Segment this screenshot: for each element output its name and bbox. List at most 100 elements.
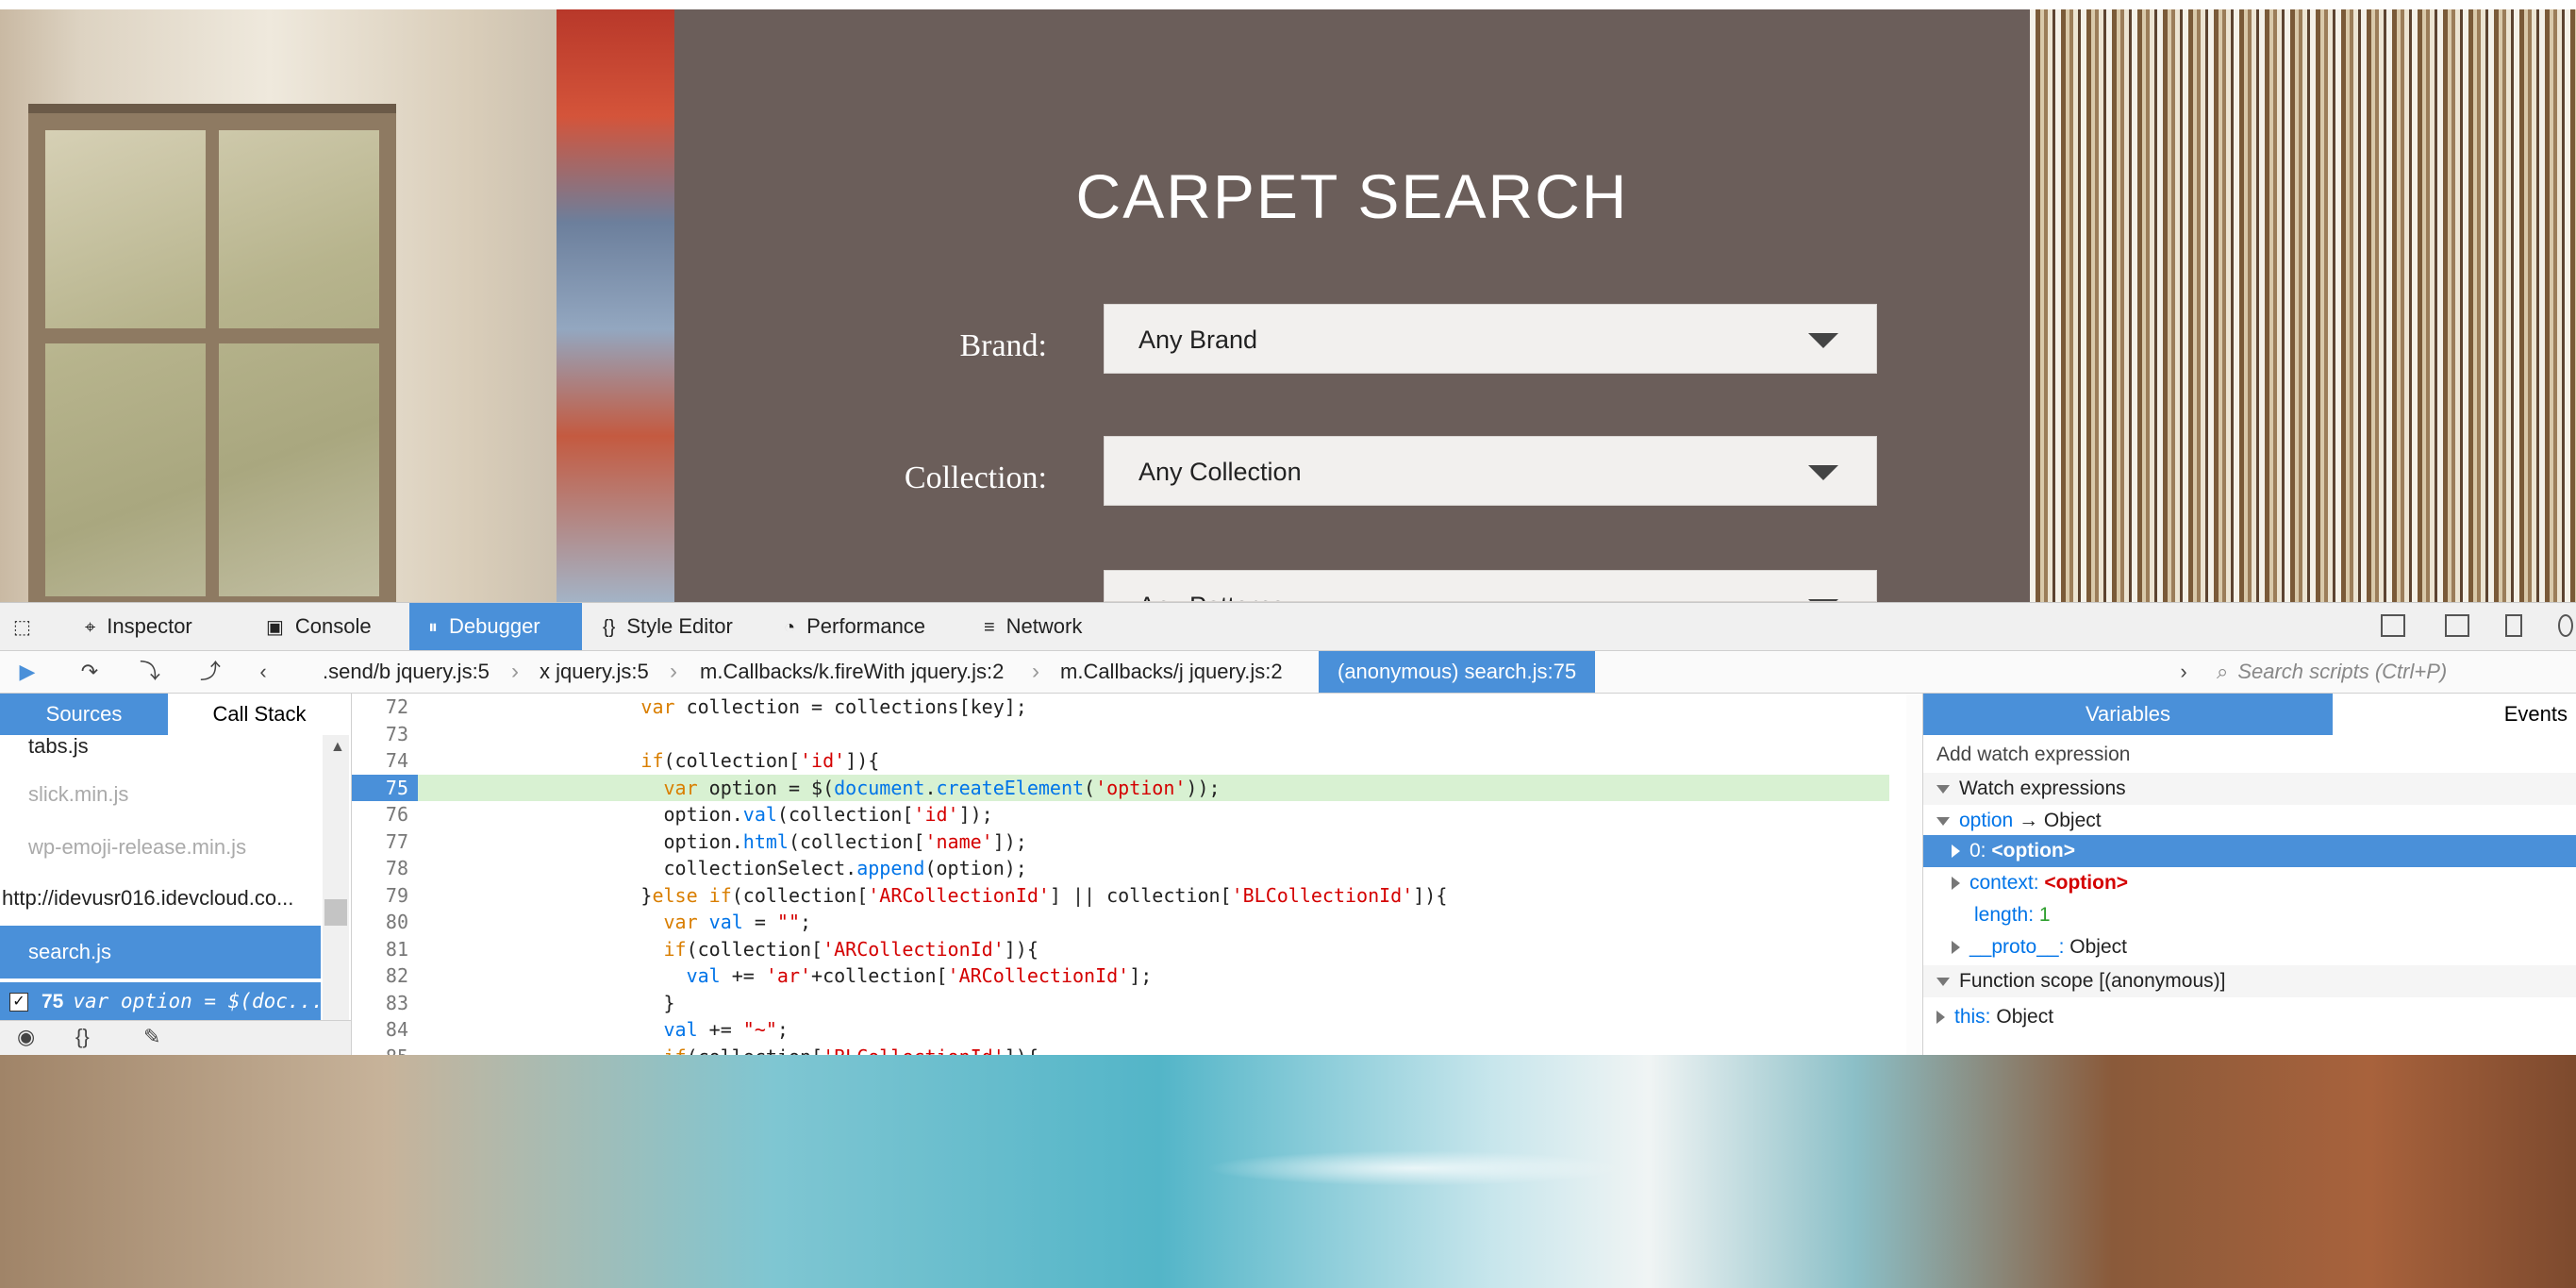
breakpoint-item[interactable]: ✓ 75 var option = $(doc... [0, 982, 321, 1020]
line-number[interactable]: 84 [352, 1016, 418, 1044]
code-line[interactable]: 78 collectionSelect.append(option); [352, 855, 1889, 882]
pattern-select[interactable]: Any Patterns [1104, 570, 1877, 602]
code-line[interactable]: 76 option.val(collection['id']); [352, 801, 1889, 828]
scope-this-row[interactable]: this: Object [1923, 1001, 2576, 1033]
source-file-item[interactable]: tabs.js [0, 726, 321, 767]
chevron-right-icon[interactable]: › [2168, 657, 2200, 687]
callstack-crumb[interactable]: .send/b jquery.js:5 [323, 651, 490, 693]
source-file-item[interactable]: wp-emoji-release.min.js [0, 824, 321, 871]
line-number[interactable]: 77 [352, 828, 418, 856]
waterfall-photo [0, 1055, 2576, 1288]
expand-right-icon [1952, 941, 1960, 955]
code-line[interactable]: 80 var val = ""; [352, 909, 1889, 936]
line-number[interactable]: 85 [352, 1044, 418, 1057]
line-number[interactable]: 76 [352, 801, 418, 828]
watch-child-row[interactable]: context: <option> [1923, 867, 2576, 899]
tab-label: Console [294, 614, 372, 638]
source-file-item[interactable]: slick.min.js [0, 771, 321, 818]
search-placeholder: Search scripts (Ctrl+P) [2237, 660, 2448, 683]
split-console-icon[interactable] [2445, 614, 2469, 637]
line-number[interactable]: 79 [352, 882, 418, 910]
code-text: option.val(collection['id']); [527, 803, 993, 826]
search-scripts-input[interactable]: ⌕ Search scripts (Ctrl+P) [2217, 657, 2576, 687]
line-number[interactable]: 82 [352, 962, 418, 990]
dropdown-arrow-icon [1808, 333, 1838, 348]
tab-label: Network [1005, 614, 1083, 638]
callstack-crumb[interactable]: m.Callbacks/k.fireWith jquery.js:2 [700, 651, 1004, 693]
breakpoint-checkbox[interactable]: ✓ [9, 993, 28, 1012]
pretty-print-icon[interactable]: {} [75, 1025, 90, 1049]
pattern-select-value: Any Patterns [1138, 592, 1285, 601]
line-number[interactable]: 73 [352, 721, 418, 748]
tab-inspector[interactable]: ⌖ Inspector [66, 603, 245, 650]
code-text: if(collection['id']){ [640, 749, 880, 772]
sources-pane: Sources Call Stack tabs.js slick.min.js … [0, 694, 352, 1057]
callstack-crumb[interactable]: x jquery.js:5 [540, 651, 649, 693]
code-line[interactable]: 81 if(collection['ARCollectionId']){ [352, 936, 1889, 963]
code-line[interactable]: 74 if(collection['id']){ [352, 747, 1889, 775]
variables-pane: Variables Events Add watch expression Wa… [1922, 694, 2576, 1056]
line-number[interactable]: 72 [352, 694, 418, 721]
function-scope-header[interactable]: Function scope [(anonymous)] [1923, 965, 2576, 997]
line-number[interactable]: 78 [352, 855, 418, 882]
line-number[interactable]: 80 [352, 909, 418, 936]
chevron-left-icon[interactable]: ‹ [247, 657, 279, 687]
step-over-icon[interactable]: ↷ [74, 657, 106, 687]
resume-icon[interactable]: ▶ [11, 657, 43, 687]
watch-option-row[interactable]: option → Object [1923, 805, 2576, 837]
step-out-icon[interactable]: ⤴ [194, 657, 226, 687]
tab-console[interactable]: ▣ Console [247, 603, 407, 650]
pick-element-button[interactable]: ⬚ [0, 603, 53, 650]
tab-network[interactable]: ≡ Network [965, 603, 1125, 650]
code-text: if(collection['BLCollectionId']){ [527, 1044, 1039, 1057]
code-editor[interactable]: 72 var collection = collections[key]; 73 7… [352, 694, 1906, 1056]
tab-label: Inspector [107, 614, 192, 638]
tab-performance[interactable]: ◔ Performance [765, 603, 963, 650]
callstack-crumb-active[interactable]: (anonymous) search.js:75 [1319, 651, 1596, 693]
code-line[interactable]: 77 option.html(collection['name']); [352, 828, 1889, 856]
callstack-crumb[interactable]: m.Callbacks/j jquery.js:2 [1060, 651, 1283, 693]
brand-select[interactable]: Any Brand [1104, 304, 1877, 374]
source-file-item-selected[interactable]: search.js [0, 926, 321, 979]
code-text: } [527, 991, 675, 1014]
line-number[interactable]: 81 [352, 936, 418, 963]
code-line[interactable]: 73 [352, 721, 1889, 748]
tab-debugger[interactable]: ⏸ Debugger [409, 603, 582, 650]
source-domain-item[interactable]: http://idevusr016.idevcloud.co... [0, 875, 321, 922]
sources-scrollbar[interactable]: ▲ ▼ [323, 735, 349, 1038]
scroll-thumb[interactable] [324, 899, 347, 926]
add-watch-expression-input[interactable]: Add watch expression [1923, 739, 2576, 771]
dock-side-icon[interactable] [2505, 614, 2522, 637]
var-key: 0: [1969, 840, 1986, 861]
line-number[interactable]: 75 [352, 774, 418, 801]
line-number[interactable]: 83 [352, 990, 418, 1017]
watch-child-row-selected[interactable]: 0: <option> [1923, 835, 2576, 867]
settings-gear-icon[interactable] [2558, 614, 2573, 637]
toggle-breakpoints-icon[interactable]: ✎ [143, 1025, 160, 1049]
step-in-icon[interactable]: ⤵ [134, 657, 166, 687]
code-line[interactable]: 79 }else if(collection['ARCollectionId']… [352, 882, 1889, 910]
code-text: var val = ""; [663, 911, 812, 933]
tab-style-editor[interactable]: {} Style Editor [584, 603, 763, 650]
dock-layout-icon[interactable] [2381, 614, 2405, 637]
code-line[interactable]: 84 val += "~"; [352, 1016, 1889, 1044]
scroll-up-icon[interactable]: ▲ [330, 739, 345, 756]
expand-down-icon [1936, 784, 1950, 794]
crumb-separator-icon: › [1032, 659, 1039, 684]
tab-label: Performance [806, 614, 926, 638]
watch-expressions-header[interactable]: Watch expressions [1923, 773, 2576, 805]
tab-events[interactable]: Events [2333, 694, 2576, 735]
collection-select[interactable]: Any Collection [1104, 436, 1877, 506]
code-line[interactable]: 83 } [352, 990, 1889, 1017]
code-line[interactable]: 75 var option = $(document.createElement… [352, 774, 1889, 801]
watch-child-row[interactable]: __proto__: Object [1923, 931, 2576, 963]
eye-icon[interactable]: ◉ [17, 1025, 35, 1049]
debugger-controls: ▶ ↷ ⤵ ⤴ ‹ .send/b jquery.js:5 › x jquery… [0, 651, 2576, 694]
tab-variables[interactable]: Variables [1923, 694, 2333, 735]
code-line[interactable]: 72 var collection = collections[key]; [352, 694, 1889, 721]
code-line[interactable]: 85 if(collection['BLCollectionId']){ [352, 1044, 1889, 1057]
watch-child-row[interactable]: length: 1 [1923, 899, 2576, 931]
code-line[interactable]: 82 val += 'ar'+collection['ARCollectionI… [352, 962, 1889, 990]
line-number[interactable]: 74 [352, 747, 418, 775]
var-value: <option> [2044, 872, 2129, 894]
